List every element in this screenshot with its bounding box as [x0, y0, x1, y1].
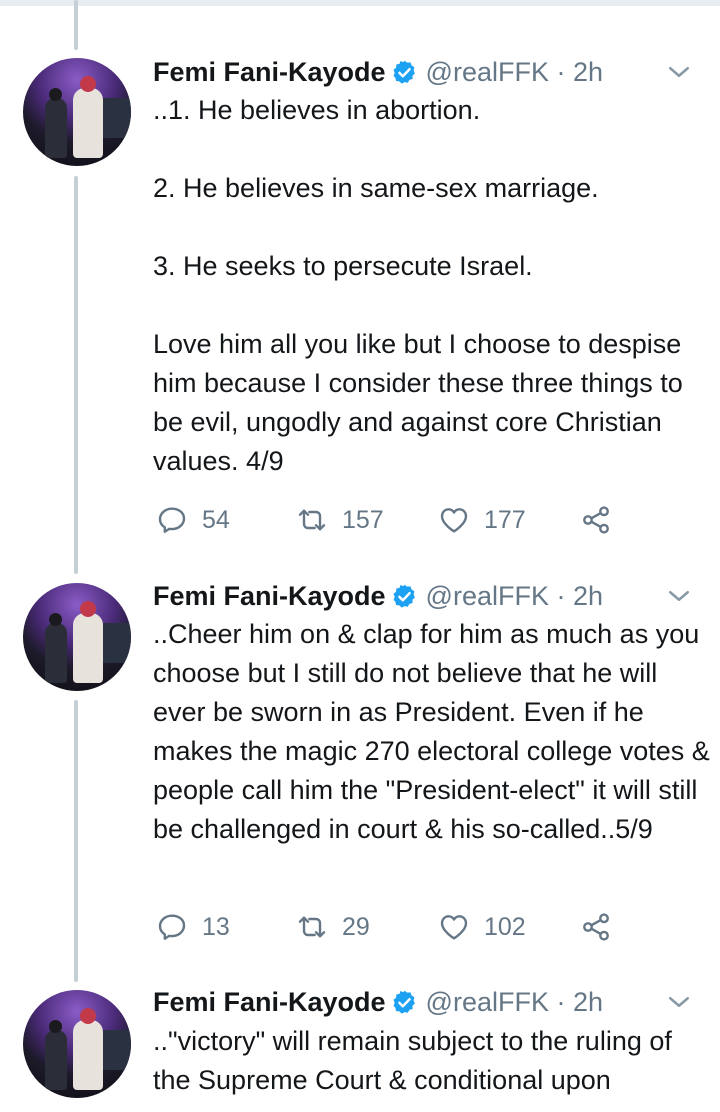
author-handle[interactable]: @realFFK	[426, 987, 549, 1018]
tweet-header: Femi Fani-Kayode @realFFK · 2h	[153, 985, 603, 1019]
tweet[interactable]: Femi Fani-Kayode @realFFK · 2h .."victor…	[0, 0, 720, 1112]
chevron-down-icon[interactable]	[664, 987, 694, 1017]
verified-badge-icon	[393, 990, 415, 1014]
tweet-text: .."victory" will remain subject to the r…	[153, 1026, 680, 1095]
avatar[interactable]	[23, 990, 131, 1098]
separator-dot: ·	[548, 986, 573, 1017]
author-name[interactable]: Femi Fani-Kayode	[153, 987, 386, 1018]
timestamp[interactable]: 2h	[573, 987, 603, 1018]
